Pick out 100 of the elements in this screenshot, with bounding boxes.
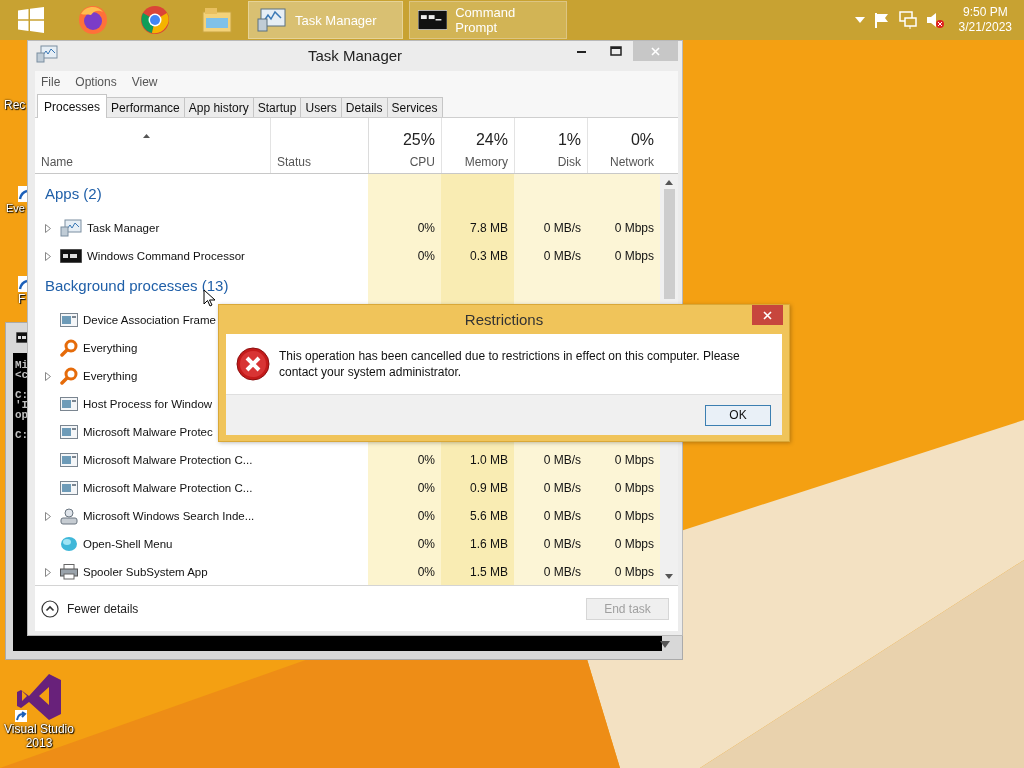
table-cell: 0% <box>368 474 441 502</box>
tab[interactable]: Startup <box>252 97 302 117</box>
table-cell: 0 MB/s <box>514 446 587 474</box>
column-header[interactable]: Status <box>270 118 368 173</box>
error-icon <box>236 347 270 381</box>
process-name[interactable]: Task Manager <box>87 222 160 234</box>
tab[interactable]: Services <box>386 97 443 117</box>
menu-item[interactable]: File <box>41 75 61 89</box>
table-cell: 0 Mbps <box>587 214 660 242</box>
expand-arrow-icon[interactable] <box>45 223 51 233</box>
process-name[interactable]: Host Process for Window <box>83 398 213 410</box>
flag-icon[interactable] <box>873 12 890 28</box>
column-label: Disk <box>557 155 581 169</box>
fewer-details-link[interactable]: Fewer details <box>41 599 139 618</box>
table-cell: 0% <box>368 214 441 242</box>
scroll-down-arrow-icon[interactable] <box>660 641 670 648</box>
table-cell: 0.3 MB <box>441 242 514 270</box>
magnifier-icon <box>60 339 78 357</box>
table-cell: 0 MB/s <box>514 530 587 558</box>
table-cell: 0% <box>368 446 441 474</box>
monitor-chart-icon <box>36 45 58 63</box>
ok-button[interactable]: OK <box>705 404 771 426</box>
table-cell: 1.5 MB <box>441 558 514 585</box>
fox-globe-icon[interactable] <box>77 4 109 36</box>
console-icon <box>60 249 82 263</box>
table-cell: 0% <box>368 530 441 558</box>
column-header[interactable]: 0% Network <box>587 118 660 173</box>
network-icon[interactable] <box>898 11 917 29</box>
tab[interactable]: Details <box>340 97 388 117</box>
muted-speaker-icon[interactable] <box>925 11 944 29</box>
table-cell: 1.6 MB <box>441 530 514 558</box>
process-name[interactable]: Open-Shell Menu <box>83 538 173 550</box>
column-percent: 25% <box>402 131 435 149</box>
column-header[interactable]: 24% Memory <box>441 118 514 173</box>
console-icon <box>418 10 448 30</box>
windows-logo-icon[interactable] <box>18 7 44 33</box>
column-header[interactable]: 25% CPU <box>368 118 441 173</box>
column-header[interactable]: Name <box>35 118 270 173</box>
tab[interactable]: Users <box>300 97 342 117</box>
expand-arrow-icon[interactable] <box>45 511 51 521</box>
dialog-message: This operation has been cancelled due to restrictions in effect on this computer. Please contact your system administrator. <box>279 348 741 380</box>
scroll-thumb[interactable] <box>663 189 675 299</box>
process-name[interactable]: Everything <box>83 370 138 382</box>
tab[interactable]: Performance <box>106 97 185 117</box>
process-name[interactable]: Microsoft Malware Protection C... <box>83 482 253 494</box>
process-name[interactable]: Microsoft Malware Protec <box>83 426 213 438</box>
column-percent: 1% <box>557 131 581 149</box>
dialog-title: Restrictions <box>464 311 544 328</box>
table-cell: 0 Mbps <box>587 446 660 474</box>
sort-arrow-icon[interactable] <box>143 134 150 138</box>
process-name[interactable]: Microsoft Windows Search Inde... <box>83 510 255 522</box>
expand-arrow-icon[interactable] <box>45 567 51 577</box>
console-text: Mi <box>15 360 29 370</box>
chrome-ball-icon[interactable] <box>139 4 171 36</box>
shell-icon <box>60 536 78 552</box>
table-cell: 0 MB/s <box>514 214 587 242</box>
column-percent: 24% <box>475 131 508 149</box>
console-text: C: <box>15 430 29 440</box>
table-cell: 0 Mbps <box>587 242 660 270</box>
console-text: C: <box>15 390 29 400</box>
scroll-up-arrow-icon[interactable] <box>665 180 673 185</box>
process-name[interactable]: Everything <box>83 342 138 354</box>
column-header[interactable]: 1% Disk <box>514 118 587 173</box>
process-name[interactable]: Windows Command Processor <box>87 250 245 262</box>
tab[interactable]: App history <box>183 97 254 117</box>
expand-arrow-icon[interactable] <box>45 251 51 261</box>
group-heading[interactable]: Apps (2) <box>35 174 102 214</box>
close-button[interactable] <box>752 305 783 325</box>
table-cell: 0.9 MB <box>441 474 514 502</box>
expand-arrow-icon[interactable] <box>45 371 51 381</box>
process-name[interactable]: Device Association Frame <box>83 314 216 326</box>
process-name[interactable]: Spooler SubSystem App <box>83 566 208 578</box>
window-icon <box>60 397 78 411</box>
table-cell: 0 Mbps <box>587 502 660 530</box>
person-icon <box>60 507 78 525</box>
table-cell: 0% <box>368 558 441 585</box>
tab[interactable]: Processes <box>37 94 108 118</box>
caret-icon[interactable] <box>854 17 865 23</box>
column-label: Network <box>610 155 654 169</box>
menu-item[interactable]: Options <box>75 75 117 89</box>
column-percent: 0% <box>630 131 654 149</box>
table-cell: 0 Mbps <box>587 474 660 502</box>
column-label: Memory <box>464 155 508 169</box>
magnifier-icon <box>60 367 78 385</box>
console-text: op <box>15 410 29 420</box>
console-text: <c <box>15 370 29 380</box>
scroll-down-arrow-icon[interactable] <box>665 574 673 579</box>
table-cell: 0 Mbps <box>587 558 660 585</box>
maximize-icon[interactable] <box>610 46 622 56</box>
close-icon <box>651 46 660 56</box>
process-name[interactable]: Microsoft Malware Protection C... <box>83 454 253 466</box>
close-icon <box>763 310 772 320</box>
table-cell: 0 MB/s <box>514 502 587 530</box>
column-label: Status <box>277 155 312 169</box>
menu-item[interactable]: View <box>131 75 158 89</box>
visual-studio-icon[interactable] <box>15 672 63 722</box>
collapse-icon <box>41 599 59 618</box>
table-cell: 0 MB/s <box>514 474 587 502</box>
monitor-chart-icon <box>257 7 287 33</box>
table-cell: 0 MB/s <box>514 242 587 270</box>
